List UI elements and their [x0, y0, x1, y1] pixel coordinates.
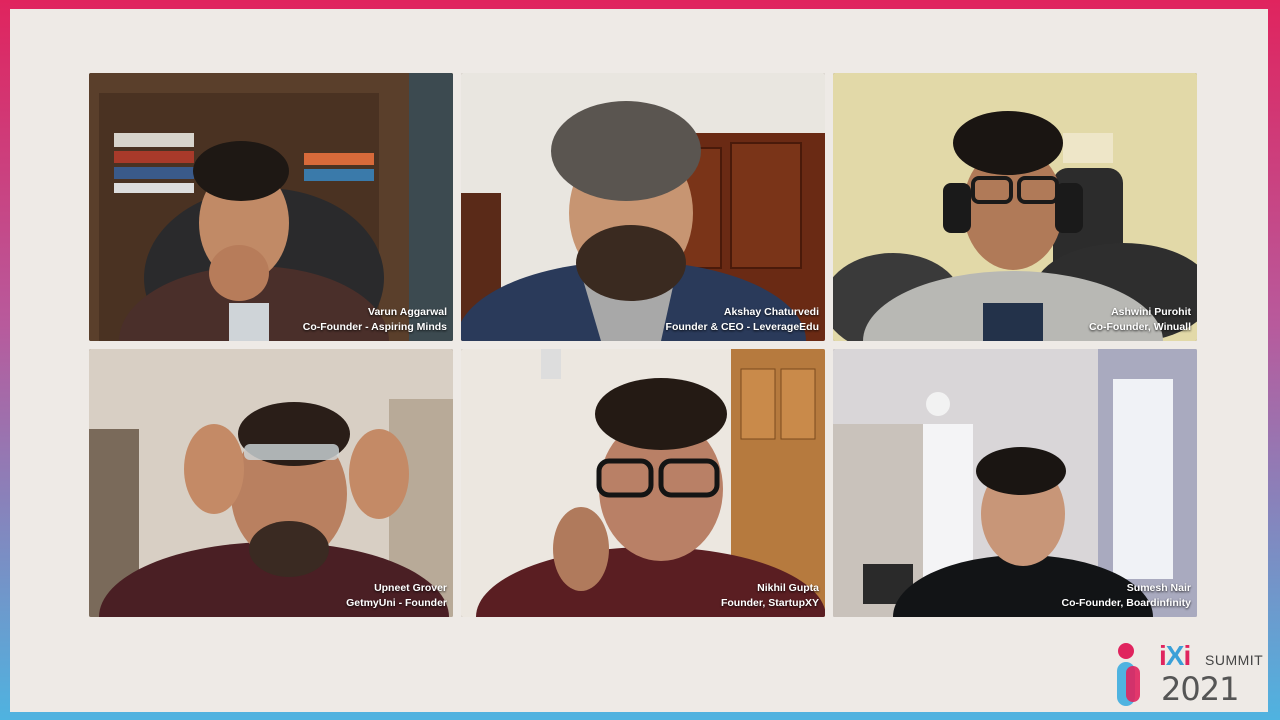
participant-name: Upneet Grover [374, 582, 447, 594]
participant-name: Ashwini Purohit [1111, 306, 1191, 318]
participant-role: Founder & CEO - LeverageEdu [665, 321, 819, 333]
video-call-stage: Varun Aggarwal Co-Founder - Aspiring Min… [10, 9, 1268, 712]
participant-name: Akshay Chaturvedi [723, 306, 819, 318]
logo-brand-i2: i [1183, 640, 1191, 671]
video-feed [461, 349, 825, 617]
video-tile-akshay[interactable]: Akshay Chaturvedi Founder & CEO - Levera… [461, 73, 825, 341]
video-feed [89, 349, 453, 617]
logo-summit-text: SUMMIT [1205, 652, 1264, 668]
logo-brand-x: X [1165, 640, 1185, 671]
participant-caption: Varun Aggarwal Co-Founder - Aspiring Min… [303, 305, 447, 335]
ixi-summit-logo: iXi SUMMIT 2021 [1113, 640, 1265, 708]
video-feed [833, 349, 1197, 617]
video-feed [461, 73, 825, 341]
participant-role: Co-Founder, Boardinfinity [1061, 597, 1192, 609]
video-tile-sumesh[interactable]: Sumesh Nair Co-Founder, Boardinfinity [833, 349, 1197, 617]
participant-name: Nikhil Gupta [757, 582, 819, 594]
video-tile-nikhil[interactable]: Nikhil Gupta Founder, StartupXY [461, 349, 825, 617]
participant-role: Co-Founder - Aspiring Minds [302, 321, 447, 333]
video-tile-varun[interactable]: Varun Aggarwal Co-Founder - Aspiring Min… [89, 73, 453, 341]
video-tile-ashwini[interactable]: Ashwini Purohit Co-Founder, Winuall [833, 73, 1197, 341]
logo-year: 2021 [1161, 670, 1239, 708]
logo-brand-i: i [1159, 640, 1167, 671]
participant-caption: Akshay Chaturvedi Founder & CEO - Levera… [666, 305, 819, 335]
video-feed [89, 73, 453, 341]
participant-caption: Upneet Grover GetmyUni - Founder [346, 581, 447, 611]
ixi-logo-mark-icon [1117, 643, 1140, 706]
participant-caption: Sumesh Nair Co-Founder, Boardinfinity [1062, 581, 1192, 611]
participant-caption: Nikhil Gupta Founder, StartupXY [721, 581, 819, 611]
participant-role: GetmyUni - Founder [346, 597, 447, 609]
participant-role: Co-Founder, Winuall [1089, 321, 1191, 333]
video-feed [833, 73, 1197, 341]
video-tile-upneet[interactable]: Upneet Grover GetmyUni - Founder [89, 349, 453, 617]
participant-caption: Ashwini Purohit Co-Founder, Winuall [1089, 305, 1191, 335]
participant-name: Sumesh Nair [1126, 582, 1191, 594]
logo-brand: iXi [1159, 640, 1191, 672]
participant-name: Varun Aggarwal [368, 306, 447, 318]
participant-role: Founder, StartupXY [720, 597, 819, 609]
